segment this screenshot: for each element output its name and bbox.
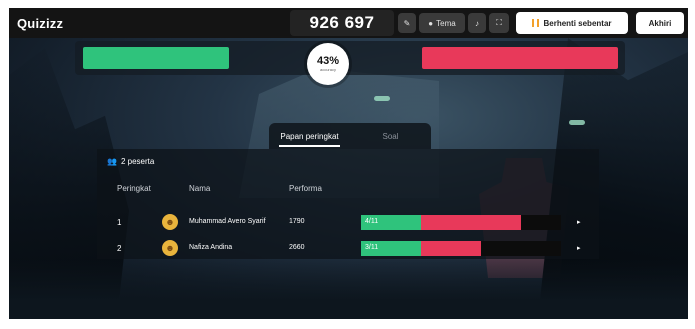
accuracy-percent: 43% xyxy=(316,54,340,67)
tab-questions[interactable]: Soal xyxy=(350,132,431,141)
players-count: 👥 2 peserta xyxy=(107,157,154,166)
chevron-right-icon[interactable]: ▸ xyxy=(577,218,581,226)
view-tabs: Papan peringkat Soal xyxy=(269,123,431,149)
row-name: Nafiza Andina xyxy=(189,244,233,251)
music-icon: ♪ xyxy=(475,18,479,28)
table-row[interactable]: 2 ☻ Nafiza Andina 2660 3/11 ▸ xyxy=(97,238,599,260)
theme-button-label: Tema xyxy=(436,18,456,28)
pause-icon xyxy=(532,19,540,27)
music-button[interactable]: ♪ xyxy=(468,13,486,33)
header-name: Nama xyxy=(189,184,211,193)
palette-icon: ● xyxy=(428,18,434,28)
end-button-label: Akhiri xyxy=(648,18,672,28)
pause-button-label: Berhenti sebentar xyxy=(543,18,612,28)
accuracy-badge: 43% accuracy xyxy=(307,43,349,85)
header-performance: Performa xyxy=(289,184,322,193)
fullscreen-icon: ⛶ xyxy=(496,18,502,27)
copy-code-button[interactable]: ✎ xyxy=(398,13,416,33)
top-bar: Quizizz 926 697 ✎ ● Tema ♪ ⛶ Berhenti se… xyxy=(9,8,688,38)
users-icon: 👥 xyxy=(107,157,117,166)
header-rank: Peringkat xyxy=(117,184,151,193)
row-name: Muhammad Avero Syarif xyxy=(189,218,266,225)
background-light xyxy=(569,120,585,125)
row-rank: 2 xyxy=(117,244,122,253)
game-screen: Quizizz 926 697 ✎ ● Tema ♪ ⛶ Berhenti se… xyxy=(9,8,688,319)
pause-button[interactable]: Berhenti sebentar xyxy=(516,12,628,34)
fullscreen-button[interactable]: ⛶ xyxy=(489,13,509,33)
performance-label: 3/11 xyxy=(365,244,379,251)
incorrect-segment xyxy=(421,241,481,256)
performance-bar: 4/11 xyxy=(361,215,561,230)
end-button[interactable]: Akhiri xyxy=(636,12,684,34)
table-row[interactable]: 1 ☻ Muhammad Avero Syarif 1790 4/11 ▸ xyxy=(97,212,599,234)
accuracy-caption: accuracy xyxy=(319,66,336,72)
avatar-icon: ☻ xyxy=(165,243,175,253)
performance-label: 4/11 xyxy=(365,218,379,225)
correct-progress-bar xyxy=(83,47,229,69)
chevron-right-icon[interactable]: ▸ xyxy=(577,244,581,252)
incorrect-segment xyxy=(421,215,521,230)
incorrect-progress-bar xyxy=(422,47,618,69)
row-score: 1790 xyxy=(289,218,305,225)
leaderboard-panel: 👥 2 peserta Peringkat Nama Performa 1 ☻ … xyxy=(97,149,599,259)
quizizz-logo: Quizizz xyxy=(17,15,64,31)
players-count-label: 2 peserta xyxy=(120,157,155,166)
tab-leaderboard[interactable]: Papan peringkat xyxy=(269,132,350,147)
avatar: ☻ xyxy=(162,240,178,256)
background-light xyxy=(374,96,390,101)
row-rank: 1 xyxy=(117,218,122,227)
row-score: 2660 xyxy=(289,244,305,251)
performance-bar: 3/11 xyxy=(361,241,561,256)
game-code: 926 697 xyxy=(290,10,394,36)
class-progress xyxy=(75,41,625,75)
theme-button[interactable]: ● Tema xyxy=(419,13,465,33)
avatar: ☻ xyxy=(162,214,178,230)
avatar-icon: ☻ xyxy=(165,217,175,227)
background-ground xyxy=(9,259,688,319)
link-icon: ✎ xyxy=(403,18,411,28)
